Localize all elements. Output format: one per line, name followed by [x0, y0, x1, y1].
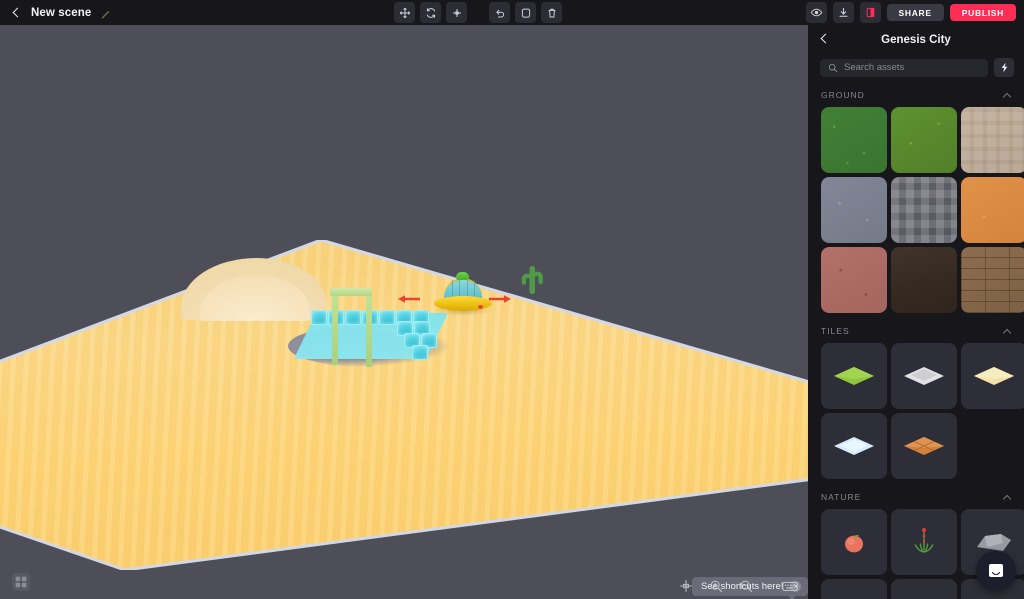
asset-tile-wood[interactable] [891, 413, 957, 479]
crosshair-icon [680, 580, 692, 592]
search-box[interactable] [820, 58, 988, 77]
asset-grid-tiles [808, 339, 1024, 488]
prop-thumb [914, 528, 934, 553]
pencil-icon[interactable] [100, 7, 112, 19]
asset-brick-brown[interactable] [961, 247, 1024, 313]
trash-icon [548, 8, 555, 17]
asset-flower[interactable] [891, 509, 957, 575]
asset-grid-ground [808, 103, 1024, 322]
translate-gizmo-right-arrow[interactable] [489, 294, 511, 304]
chat-bubble-icon [989, 564, 1003, 577]
zoom-in-button[interactable] [708, 578, 724, 594]
rotate-icon [426, 7, 435, 18]
prop-thumb [845, 534, 863, 553]
asset-cobble-gray[interactable] [891, 177, 957, 243]
tile-thumb [904, 437, 944, 455]
search-icon [828, 63, 838, 72]
delete-button[interactable] [541, 2, 562, 23]
scene-title: New scene [31, 6, 92, 19]
camera-controls [678, 578, 798, 594]
zoom-out-button[interactable] [738, 578, 754, 594]
top-bar: New scene SHARE PUBLISH [0, 0, 1024, 25]
asset-tile-stone[interactable] [891, 343, 957, 409]
ice-block-row [412, 345, 429, 360]
search-input[interactable] [844, 62, 980, 73]
zoom-in-icon [710, 580, 723, 593]
preview-button[interactable] [805, 2, 827, 23]
scene-viewport[interactable]: See shortcuts here! × [0, 25, 808, 599]
gate-post-right [366, 289, 372, 367]
asset-boulder[interactable] [891, 579, 957, 599]
layout-toggle-button[interactable] [12, 573, 30, 591]
grid-squares-icon [15, 576, 27, 588]
chevron-up-icon[interactable] [1003, 328, 1012, 334]
ufo-body[interactable] [434, 296, 492, 311]
tile-thumb [974, 367, 1014, 385]
asset-dirt-dark[interactable] [891, 247, 957, 313]
ufo-light [478, 305, 483, 309]
chevron-up-icon[interactable] [1003, 92, 1012, 98]
move-tool-button[interactable] [394, 2, 415, 23]
asset-stone-tan[interactable] [961, 107, 1024, 173]
panel-back-icon[interactable] [819, 34, 830, 45]
asset-panel: Genesis City GROUND [808, 25, 1024, 599]
section-header-tiles[interactable]: TILES [808, 322, 1024, 339]
section-header-ground[interactable]: GROUND [808, 86, 1024, 103]
asset-grass-light[interactable] [891, 107, 957, 173]
cactus-object[interactable] [519, 262, 545, 296]
undo-button[interactable] [489, 2, 510, 23]
half-square-icon [866, 7, 874, 18]
section-label: NATURE [821, 491, 862, 502]
asset-sand-orange[interactable] [961, 177, 1024, 243]
asset-plant-leaf[interactable] [821, 579, 887, 599]
section-label: GROUND [821, 89, 865, 100]
transform-toolbar [394, 2, 562, 23]
asset-sections[interactable]: GROUND TILES NATURE [808, 86, 1024, 599]
gate-crossbeam [330, 288, 372, 296]
gate-post-left [332, 289, 338, 365]
lightning-bolt-icon [1001, 62, 1007, 73]
zoom-out-icon [740, 580, 753, 593]
scale-icon [452, 8, 461, 17]
section-label: TILES [821, 325, 850, 336]
share-button[interactable]: SHARE [886, 4, 944, 21]
asset-search-row [808, 54, 1024, 86]
chevron-up-icon[interactable] [1003, 494, 1012, 500]
tile-thumb [834, 437, 874, 455]
translate-gizmo-left-arrow[interactable] [398, 294, 420, 304]
tile-thumb [834, 367, 874, 385]
back-to-scenes-icon[interactable] [10, 7, 22, 19]
rotate-tool-button[interactable] [420, 2, 441, 23]
prop-thumb [839, 595, 869, 599]
asset-grass-dark[interactable] [821, 107, 887, 173]
download-button[interactable] [832, 2, 854, 23]
theme-button[interactable] [859, 2, 881, 23]
eye-icon [810, 8, 822, 17]
download-icon [838, 7, 848, 17]
scale-tool-button[interactable] [446, 2, 467, 23]
asset-panel-title: Genesis City [881, 33, 951, 46]
top-bar-actions: SHARE PUBLISH [805, 2, 1016, 23]
recenter-camera-button[interactable] [678, 578, 694, 594]
section-header-nature[interactable]: NATURE [808, 488, 1024, 505]
tile-thumb [904, 367, 944, 385]
chat-widget-button[interactable] [976, 551, 1016, 591]
publish-button[interactable]: PUBLISH [949, 4, 1016, 21]
asset-apple[interactable] [821, 509, 887, 575]
keyboard-shortcuts-button[interactable] [782, 578, 798, 594]
asset-clay-red[interactable] [821, 247, 887, 313]
asset-stone-gray[interactable] [821, 177, 887, 243]
keyboard-icon [782, 581, 798, 591]
asset-tile-ice[interactable] [821, 413, 887, 479]
ufo-antenna-knob [456, 272, 469, 280]
asset-tile-grass[interactable] [821, 343, 887, 409]
undo-arrow-icon [495, 9, 504, 17]
asset-tile-sand[interactable] [961, 343, 1024, 409]
ground-plane[interactable] [0, 240, 808, 570]
duplicate-button[interactable] [515, 2, 536, 23]
duplicate-icon [521, 8, 530, 18]
smart-items-button[interactable] [994, 58, 1014, 77]
asset-panel-header: Genesis City [808, 25, 1024, 54]
move-arrows-icon [399, 7, 410, 18]
